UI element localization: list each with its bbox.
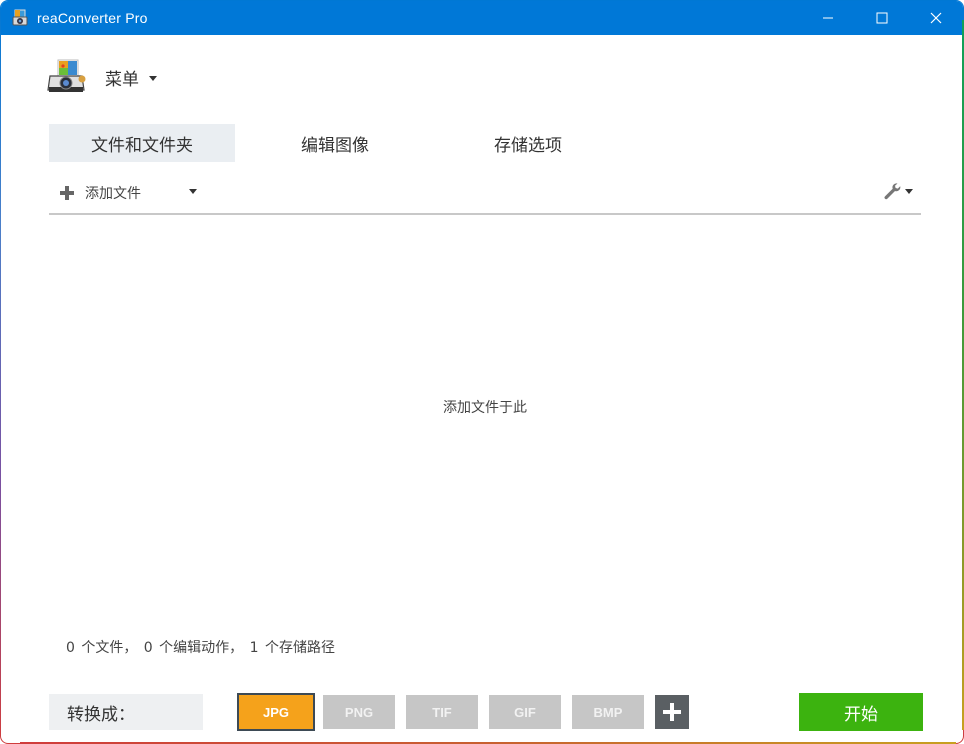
add-format-button[interactable] xyxy=(655,695,689,729)
maximize-button[interactable] xyxy=(855,1,909,35)
main-menu-button[interactable]: 菜单 xyxy=(47,57,157,97)
app-window: reaConverter Pro 菜单 文件和文件夹 编辑图像 存储选项 添加文… xyxy=(0,0,964,744)
start-button[interactable]: 开始 xyxy=(799,693,923,731)
close-icon xyxy=(930,12,942,24)
window-body: reaConverter Pro 菜单 文件和文件夹 编辑图像 存储选项 添加文… xyxy=(1,1,963,743)
title-bar[interactable]: reaConverter Pro xyxy=(1,1,963,35)
minimize-button[interactable] xyxy=(801,1,855,35)
minimize-icon xyxy=(823,17,833,19)
add-files-dropdown-icon[interactable] xyxy=(189,189,197,194)
window-controls xyxy=(801,1,963,35)
convert-bar: 转换成： JPG PNG TIF GIF BMP 开始 xyxy=(49,693,923,731)
main-tabs: 文件和文件夹 编辑图像 存储选项 xyxy=(49,124,621,162)
file-drop-zone[interactable]: 添加文件于此 xyxy=(49,217,921,617)
files-toolbar: 添加文件 xyxy=(49,177,921,215)
wrench-icon xyxy=(884,183,901,200)
plus-icon xyxy=(59,185,75,201)
menu-label: 菜单 xyxy=(105,69,139,90)
tab-edit-images[interactable]: 编辑图像 xyxy=(235,124,435,162)
format-gif-button[interactable]: GIF xyxy=(489,695,561,729)
app-icon xyxy=(12,9,28,26)
format-bmp-button[interactable]: BMP xyxy=(572,695,644,729)
tab-saving-options[interactable]: 存储选项 xyxy=(435,124,621,162)
close-button[interactable] xyxy=(909,1,963,35)
tab-files-and-folders[interactable]: 文件和文件夹 xyxy=(49,124,235,162)
add-files-label: 添加文件 xyxy=(85,186,141,202)
maximize-icon xyxy=(876,12,888,24)
window-title: reaConverter Pro xyxy=(37,10,148,26)
format-jpg-button[interactable]: JPG xyxy=(237,693,315,731)
add-files-button[interactable]: 添加文件 xyxy=(59,183,141,203)
chevron-down-icon xyxy=(905,188,913,194)
format-png-button[interactable]: PNG xyxy=(323,695,395,729)
status-summary: 0 个文件， 0 个编辑动作， 1 个存储路径 xyxy=(66,640,335,656)
drop-hint: 添加文件于此 xyxy=(443,400,527,416)
format-tif-button[interactable]: TIF xyxy=(406,695,478,729)
settings-dropdown-button[interactable] xyxy=(882,181,913,201)
chevron-down-icon xyxy=(149,75,157,81)
convert-to-label: 转换成： xyxy=(49,694,203,730)
plus-icon xyxy=(663,703,681,721)
app-camera-icon xyxy=(47,59,86,92)
